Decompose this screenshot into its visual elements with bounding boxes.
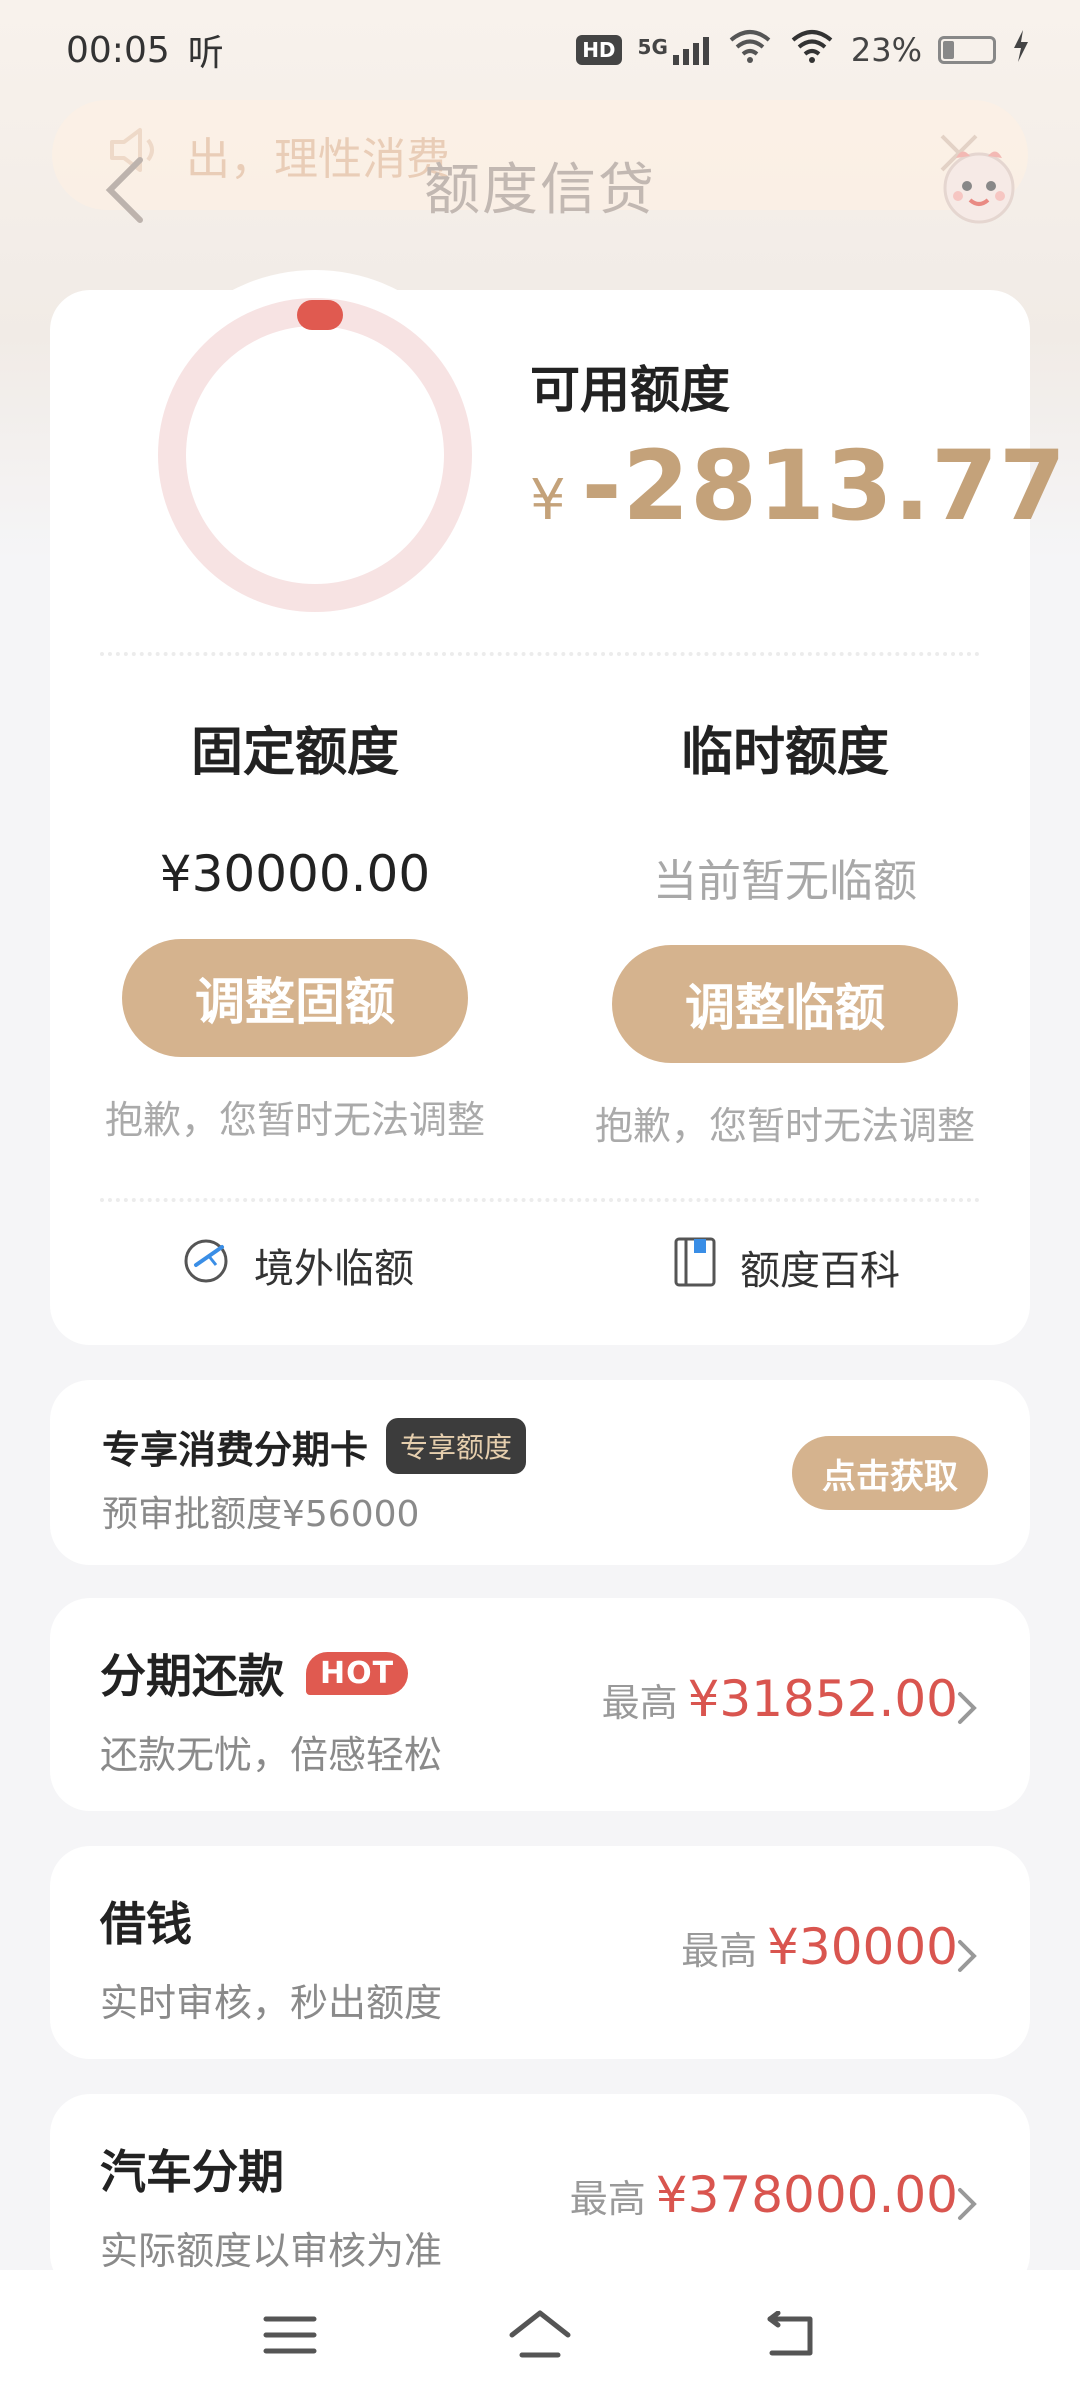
available-credit-value: -2813.77 [581,430,1067,542]
home-icon[interactable] [500,2295,580,2375]
hot-badge: HOT [306,1651,409,1695]
chevron-right-icon [952,1934,982,1978]
adjust-fixed-credit-button[interactable]: 调整固额 [122,939,468,1057]
max-amount: ¥378000.00 [655,2166,958,2224]
installment-card-promo[interactable]: 专享消费分期卡 专享额度 预审批额度¥56000 点击获取 [50,1380,1030,1565]
signal-5g-icon: 5G [638,35,711,65]
credit-usage-ring [135,270,495,630]
list-item-borrow-money[interactable]: 借钱 实时审核，秒出额度 最高 ¥30000 [50,1846,1030,2059]
status-time: 00:05 [66,29,170,71]
overseas-temp-credit-link[interactable]: 境外临额 [182,1235,414,1295]
battery-icon [938,36,996,64]
back-nav-icon[interactable] [750,2295,830,2375]
credit-wiki-link[interactable]: 额度百科 [672,1235,900,1299]
list-item-subtitle: 实际额度以审核为准 [100,2229,443,2273]
divider [100,1198,980,1202]
list-item-subtitle: 实时审核，秒出额度 [100,1981,443,2025]
available-credit-amount: ¥ -2813.77 [530,430,1067,542]
temporary-credit-title: 临时额度 [680,723,889,783]
exclusive-credit-badge: 专享额度 [386,1418,527,1474]
wifi-plus-icon [727,28,773,72]
temporary-credit-note: 抱歉，您暂时无法调整 [594,1104,975,1148]
overseas-temp-credit-label: 境外临额 [254,1246,414,1292]
list-item-title: 汽车分期 [100,2145,284,2199]
list-item-installment-repayment[interactable]: 分期还款 HOT 还款无忧，倍感轻松 最高 ¥31852.00 [50,1598,1030,1811]
get-card-button[interactable]: 点击获取 [792,1436,988,1510]
system-nav-bar [0,2270,1080,2400]
list-item-subtitle: 还款无忧，倍感轻松 [100,1733,443,1777]
list-item-title: 借钱 [100,1897,192,1951]
credit-summary-card: 可用额度 ¥ -2813.77 固定额度 ¥30000.00 调整固额 抱歉，您… [50,270,1066,1345]
fixed-credit-value: ¥30000.00 [159,845,431,903]
credit-wiki-label: 额度百科 [740,1248,900,1294]
divider [100,652,980,656]
book-icon [672,1235,718,1299]
promo-subtitle: 预审批额度¥56000 [102,1494,420,1535]
ring-marker [297,300,343,330]
list-item-title: 分期还款 [100,1649,284,1703]
fixed-credit-title: 固定额度 [190,723,399,783]
battery-percent: 23% [850,31,922,69]
temporary-credit-value: 当前暂无临额 [653,856,917,907]
max-label: 最高 [681,1929,758,1973]
max-label: 最高 [569,2177,646,2221]
fixed-credit-column: 固定额度 ¥30000.00 调整固额 抱歉，您暂时无法调整 [85,710,505,1144]
fixed-credit-note: 抱歉，您暂时无法调整 [104,1098,485,1142]
chevron-right-icon [952,2182,982,2226]
charging-icon [1012,30,1030,70]
airplane-globe-icon [182,1235,232,1295]
chevron-right-icon [952,1686,982,1730]
page-title: 额度信贷 [424,158,656,223]
adjust-temporary-credit-button[interactable]: 调整临额 [612,945,958,1063]
temporary-credit-column: 临时额度 当前暂无临额 调整临额 抱歉，您暂时无法调整 [575,710,995,1150]
list-item-car-installment[interactable]: 汽车分期 实际额度以审核为准 最高 ¥378000.00 [50,2094,1030,2294]
hd-badge: HD [576,35,622,65]
wifi-icon [789,28,835,72]
promo-title: 专享消费分期卡 [102,1427,369,1472]
max-label: 最高 [601,1681,678,1725]
status-carrier-text: 听 [187,33,224,74]
max-amount: ¥31852.00 [687,1670,958,1728]
max-amount: ¥30000 [767,1918,958,1976]
header: 出，理性消费 额度信贷 [0,100,1080,270]
mascot-icon[interactable] [934,140,1024,230]
status-bar: 00:05 听 HD 5G 23% [0,0,1080,100]
currency-symbol: ¥ [530,468,566,533]
menu-icon[interactable] [250,2295,330,2375]
available-credit-label: 可用额度 [530,361,730,419]
